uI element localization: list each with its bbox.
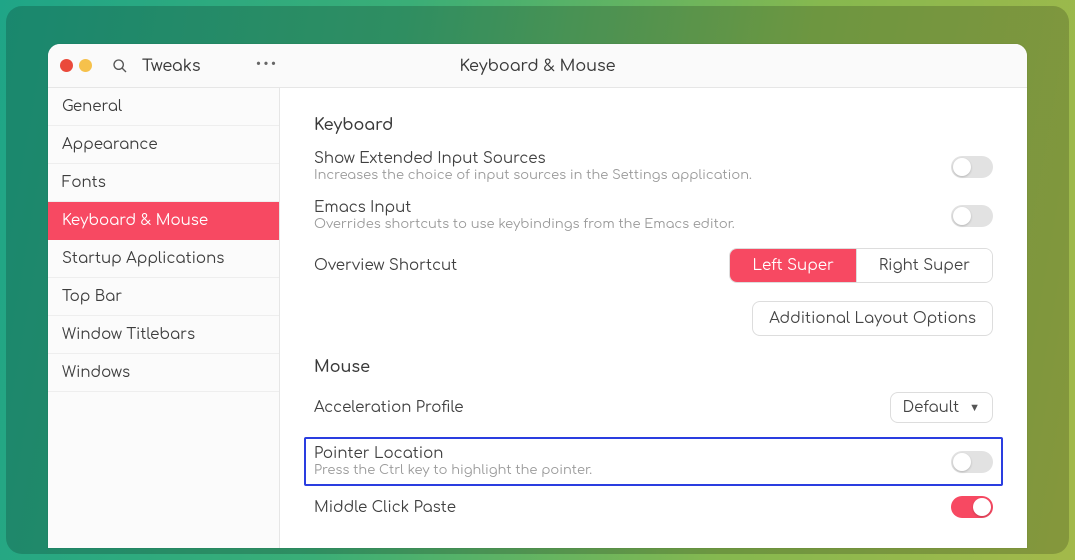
row-middle-click-paste: Middle Click Paste xyxy=(314,492,993,530)
app-title: Tweaks xyxy=(142,57,254,75)
row-title: Acceleration Profile xyxy=(314,399,890,416)
titlebar-left: Tweaks ••• xyxy=(48,52,280,80)
row-title: Show Extended Input Sources xyxy=(314,150,951,167)
pointer-location-highlight: Pointer Location Press the Ctrl key to h… xyxy=(304,437,1003,486)
close-icon[interactable] xyxy=(60,59,73,72)
mouse-section-title: Mouse xyxy=(314,358,993,376)
sidebar-item-keyboard-mouse[interactable]: Keyboard & Mouse xyxy=(48,202,279,240)
row-title: Pointer Location xyxy=(314,445,951,462)
row-subtitle: Overrides shortcuts to use keybindings f… xyxy=(314,218,951,232)
search-icon xyxy=(112,58,128,74)
minimize-icon[interactable] xyxy=(79,59,92,72)
emacs-input-toggle[interactable] xyxy=(951,205,993,227)
row-pointer-location: Pointer Location Press the Ctrl key to h… xyxy=(314,443,993,480)
row-subtitle: Increases the choice of input sources in… xyxy=(314,169,951,183)
sidebar-item-label: Windows xyxy=(62,364,130,381)
additional-layout-options-button[interactable]: Additional Layout Options xyxy=(752,301,993,336)
row-title: Overview Shortcut xyxy=(314,257,729,274)
sidebar-item-label: General xyxy=(62,98,122,115)
sidebar-item-label: Top Bar xyxy=(62,288,122,305)
select-value: Default xyxy=(903,399,960,416)
sidebar-item-fonts[interactable]: Fonts xyxy=(48,164,279,202)
sidebar-item-label: Keyboard & Mouse xyxy=(62,212,208,229)
extended-input-toggle[interactable] xyxy=(951,156,993,178)
overview-shortcut-segmented: Left Super Right Super xyxy=(729,248,993,283)
layout-options-row: Additional Layout Options xyxy=(314,301,993,336)
acceleration-profile-select[interactable]: Default ▼ xyxy=(890,392,993,423)
keyboard-section-title: Keyboard xyxy=(314,116,993,134)
sidebar-item-top-bar[interactable]: Top Bar xyxy=(48,278,279,316)
more-menu-button[interactable]: ••• xyxy=(254,58,280,73)
sidebar-item-label: Window Titlebars xyxy=(62,326,195,343)
sidebar: General Appearance Fonts Keyboard & Mous… xyxy=(48,88,280,548)
row-overview-shortcut: Overview Shortcut Left Super Right Super xyxy=(314,244,993,295)
window-body: General Appearance Fonts Keyboard & Mous… xyxy=(48,88,1027,548)
search-button[interactable] xyxy=(106,52,134,80)
row-title: Middle Click Paste xyxy=(314,499,951,516)
sidebar-item-windows[interactable]: Windows xyxy=(48,354,279,392)
window-shadow: Tweaks ••• Keyboard & Mouse General Appe… xyxy=(6,6,1069,554)
sidebar-item-appearance[interactable]: Appearance xyxy=(48,126,279,164)
row-subtitle: Press the Ctrl key to highlight the poin… xyxy=(314,464,951,478)
row-extended-input-sources: Show Extended Input Sources Increases th… xyxy=(314,146,993,195)
sidebar-item-startup[interactable]: Startup Applications xyxy=(48,240,279,278)
sidebar-item-titlebars[interactable]: Window Titlebars xyxy=(48,316,279,354)
sidebar-item-label: Fonts xyxy=(62,174,106,191)
row-title: Emacs Input xyxy=(314,199,951,216)
titlebar: Tweaks ••• Keyboard & Mouse xyxy=(48,44,1027,88)
row-acceleration-profile: Acceleration Profile Default ▼ xyxy=(314,388,993,435)
middle-click-paste-toggle[interactable] xyxy=(951,496,993,518)
sidebar-item-general[interactable]: General xyxy=(48,88,279,126)
overview-right-super-button[interactable]: Right Super xyxy=(856,249,992,282)
tweaks-window: Tweaks ••• Keyboard & Mouse General Appe… xyxy=(48,44,1027,548)
overview-left-super-button[interactable]: Left Super xyxy=(730,249,855,282)
content-pane: Keyboard Show Extended Input Sources Inc… xyxy=(280,88,1027,548)
sidebar-item-label: Appearance xyxy=(62,136,158,153)
pointer-location-toggle[interactable] xyxy=(951,451,993,473)
desktop-background: Tweaks ••• Keyboard & Mouse General Appe… xyxy=(0,0,1075,560)
row-emacs-input: Emacs Input Overrides shortcuts to use k… xyxy=(314,195,993,244)
sidebar-item-label: Startup Applications xyxy=(62,250,224,267)
chevron-down-icon: ▼ xyxy=(969,401,980,414)
